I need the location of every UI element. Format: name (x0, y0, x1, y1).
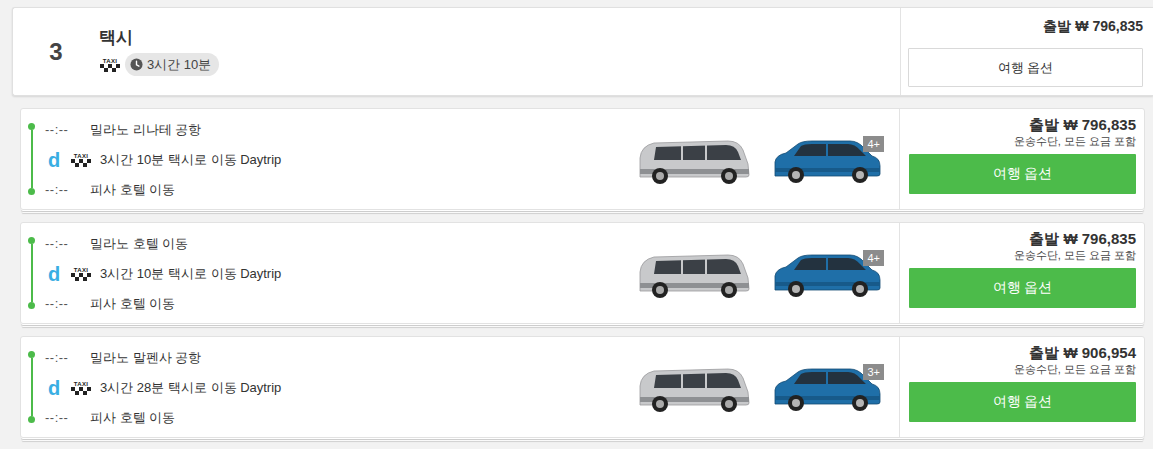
destination-place: 피사 호텔 이동 (90, 294, 175, 314)
trip-options-button[interactable]: 여행 옵션 (908, 48, 1143, 87)
timeline (21, 223, 45, 323)
trip-options-button[interactable]: 여행 옵션 (909, 268, 1136, 308)
route-details: --:--밀라노 리나테 공항dTAXI3시간 10분 택시로 이동 Daytr… (45, 109, 636, 209)
destination-place: 피사 호텔 이동 (90, 180, 175, 200)
origin-time: --:-- (45, 120, 90, 140)
taxi-label: TAXI (74, 267, 88, 273)
route-card: --:--밀라노 리나테 공항dTAXI3시간 10분 택시로 이동 Daytr… (20, 108, 1145, 210)
route-segment: d TAXI 3시간 10분 택시로 이동 Daytrip (45, 259, 636, 289)
car-picture: 4+ (772, 136, 884, 186)
taxi-label: TAXI (74, 153, 88, 159)
timeline-dot (28, 302, 35, 309)
trip-options-button[interactable]: 여행 옵션 (909, 382, 1136, 422)
route-card: --:--밀라노 말펜사 공항dTAXI3시간 28분 택시로 이동 Daytr… (20, 336, 1145, 438)
checker-icon (71, 273, 91, 281)
price-note: 운송수단, 모든 요금 포함 (1014, 248, 1136, 262)
van-picture (636, 250, 752, 300)
price-note: 운송수단, 모든 요금 포함 (1014, 134, 1136, 148)
timeline-line (31, 244, 33, 302)
origin-time: --:-- (45, 234, 90, 254)
timeline-line (31, 130, 33, 188)
taxi-icon: TAXI (70, 153, 92, 167)
daytrip-logo-icon: d (48, 378, 66, 398)
capacity-badge: 3+ (863, 364, 884, 380)
capacity-badge: 4+ (863, 136, 884, 152)
segment-text: 3시간 10분 택시로 이동 Daytrip (100, 150, 281, 170)
checker-icon (71, 159, 91, 167)
origin-place: 밀라노 호텔 이동 (90, 234, 188, 254)
route-segment: d TAXI 3시간 10분 택시로 이동 Daytrip (45, 145, 636, 175)
vehicle-pictures: 4+ (636, 223, 884, 323)
route-price-panel: 출발 ₩ 906,954운송수단, 모든 요금 포함여행 옵션 (899, 337, 1144, 437)
duration-text: 3시간 10분 (147, 55, 211, 75)
option-title: 택시 (99, 27, 219, 49)
destination-time: --:-- (45, 408, 90, 428)
clock-icon (130, 58, 143, 71)
destination-time: --:-- (45, 180, 90, 200)
timeline-dot (28, 351, 35, 358)
van-picture (636, 136, 752, 186)
vehicle-pictures: 3+ (636, 337, 884, 437)
route-destination: --:--피사 호텔 이동 (45, 175, 636, 205)
route-destination: --:--피사 호텔 이동 (45, 289, 636, 319)
origin-place: 밀라노 말펜사 공항 (90, 348, 201, 368)
van-icon (636, 136, 752, 186)
origin-place: 밀라노 리나테 공항 (90, 120, 201, 140)
route-price: 출발 ₩ 906,954 (1029, 345, 1136, 362)
option-meta: TAXI 3시간 10분 (99, 53, 219, 77)
option-price-panel: 출발 ₩ 796,835 여행 옵션 (900, 8, 1153, 95)
timeline-dot (28, 188, 35, 195)
vehicle-pictures: 4+ (636, 109, 884, 209)
origin-time: --:-- (45, 348, 90, 368)
price-note: 운송수단, 모든 요금 포함 (1014, 362, 1136, 376)
route-details: --:--밀라노 말펜사 공항dTAXI3시간 28분 택시로 이동 Daytr… (45, 337, 636, 437)
van-picture (636, 364, 752, 414)
taxi-label: TAXI (74, 381, 88, 387)
segment-text: 3시간 10분 택시로 이동 Daytrip (100, 264, 281, 284)
timeline (21, 337, 45, 437)
route-details: --:--밀라노 호텔 이동dTAXI3시간 10분 택시로 이동 Daytri… (45, 223, 636, 323)
route-price: 출발 ₩ 796,835 (1029, 117, 1136, 134)
van-icon (636, 364, 752, 414)
duration-pill: 3시간 10분 (125, 53, 219, 77)
timeline-line (31, 358, 33, 416)
car-picture: 3+ (772, 364, 884, 414)
route-origin: --:--밀라노 호텔 이동 (45, 229, 636, 259)
route-price-panel: 출발 ₩ 796,835운송수단, 모든 요금 포함여행 옵션 (899, 223, 1144, 323)
destination-time: --:-- (45, 294, 90, 314)
taxi-icon: TAXI (70, 381, 92, 395)
route-price-panel: 출발 ₩ 796,835운송수단, 모든 요금 포함여행 옵션 (899, 109, 1144, 209)
route-price: 출발 ₩ 796,835 (1029, 231, 1136, 248)
taxi-icon: TAXI (70, 267, 92, 281)
destination-place: 피사 호텔 이동 (90, 408, 175, 428)
option-header: 3택시 TAXI 3시간 10분 출발 ₩ 796,835 여행 옵션 (12, 7, 1153, 96)
taxi-icon: TAXI (99, 58, 121, 72)
option-price: 출발 ₩ 796,835 (1043, 18, 1143, 35)
daytrip-logo-icon: d (48, 264, 66, 284)
checker-icon (100, 64, 120, 72)
option-info: 택시 TAXI 3시간 10분 (99, 27, 219, 77)
timeline (21, 109, 45, 209)
route-list: --:--밀라노 리나테 공항dTAXI3시간 10분 택시로 이동 Daytr… (12, 96, 1153, 438)
route-segment: d TAXI 3시간 28분 택시로 이동 Daytrip (45, 373, 636, 403)
trip-options-button[interactable]: 여행 옵션 (909, 154, 1136, 194)
route-origin: --:--밀라노 리나테 공항 (45, 115, 636, 145)
timeline-dot (28, 123, 35, 130)
checker-icon (71, 387, 91, 395)
segment-text: 3시간 28분 택시로 이동 Daytrip (100, 378, 281, 398)
route-destination: --:--피사 호텔 이동 (45, 403, 636, 433)
timeline-dot (28, 416, 35, 423)
van-icon (636, 250, 752, 300)
option-number: 3 (13, 34, 99, 70)
taxi-label: TAXI (103, 58, 117, 64)
route-origin: --:--밀라노 말펜사 공항 (45, 343, 636, 373)
option-summary: 3택시 TAXI 3시간 10분 (13, 8, 900, 95)
daytrip-logo-icon: d (48, 150, 66, 170)
route-card: --:--밀라노 호텔 이동dTAXI3시간 10분 택시로 이동 Daytri… (20, 222, 1145, 324)
timeline-dot (28, 237, 35, 244)
car-picture: 4+ (772, 250, 884, 300)
capacity-badge: 4+ (863, 250, 884, 266)
